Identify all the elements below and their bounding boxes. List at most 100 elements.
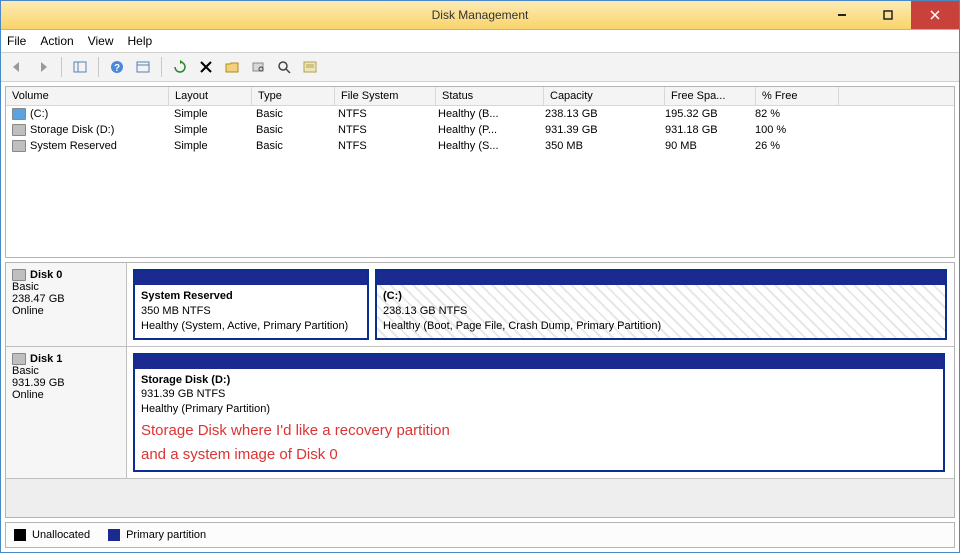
- drive-icon: [12, 124, 26, 136]
- legend-label-primary: Primary partition: [126, 529, 206, 541]
- disk-type: Basic: [12, 281, 120, 293]
- legend-swatch-primary: [108, 529, 120, 541]
- volume-type: Basic: [250, 106, 332, 122]
- col-capacity[interactable]: Capacity: [544, 87, 665, 105]
- disk-size: 238.47 GB: [12, 293, 120, 305]
- partition-name: (C:): [383, 289, 939, 304]
- disk-state: Online: [12, 305, 120, 317]
- disk-state: Online: [12, 389, 120, 401]
- user-annotation: Storage Disk where I'd like a recovery p…: [141, 421, 937, 441]
- volume-type: Basic: [250, 138, 332, 154]
- show-hide-tree-button[interactable]: [68, 55, 92, 79]
- partition-status: Healthy (Primary Partition): [141, 402, 937, 417]
- volume-free: 90 MB: [659, 138, 749, 154]
- settings-button[interactable]: [246, 55, 270, 79]
- partition-size: 931.39 GB NTFS: [141, 387, 937, 402]
- legend: Unallocated Primary partition: [5, 522, 955, 548]
- properties-button[interactable]: [131, 55, 155, 79]
- action-list-button[interactable]: [298, 55, 322, 79]
- col-freespace[interactable]: Free Spa...: [665, 87, 756, 105]
- partition-status: Healthy (System, Active, Primary Partiti…: [141, 319, 361, 334]
- col-status[interactable]: Status: [436, 87, 544, 105]
- table-row[interactable]: System Reserved SimpleBasicNTFSHealthy (S…: [6, 138, 954, 154]
- volume-pct: 82 %: [749, 106, 831, 122]
- partition-stripe: [135, 271, 367, 285]
- table-row[interactable]: (C:) SimpleBasicNTFSHealthy (B...238.13 G…: [6, 106, 954, 122]
- disk-row: Disk 1Basic931.39 GBOnlineStorage Disk (…: [6, 347, 954, 479]
- legend-swatch-unallocated: [14, 529, 26, 541]
- table-row[interactable]: Storage Disk (D:) SimpleBasicNTFSHealthy …: [6, 122, 954, 138]
- col-type[interactable]: Type: [252, 87, 335, 105]
- delete-button[interactable]: [194, 55, 218, 79]
- partition-stripe: [135, 355, 943, 369]
- legend-label-unallocated: Unallocated: [32, 529, 90, 541]
- col-volume[interactable]: Volume: [6, 87, 169, 105]
- disk-management-window: Disk Management File Action View Help ? …: [0, 0, 960, 553]
- help-button[interactable]: ?: [105, 55, 129, 79]
- volume-pct: 100 %: [749, 122, 831, 138]
- volume-fs: NTFS: [332, 138, 432, 154]
- partition-size: 350 MB NTFS: [141, 304, 361, 319]
- disk-name: Disk 0: [30, 269, 62, 281]
- volume-list[interactable]: Volume Layout Type File System Status Ca…: [5, 86, 955, 258]
- partition-size: 238.13 GB NTFS: [383, 304, 939, 319]
- refresh-button[interactable]: [168, 55, 192, 79]
- disk-icon: [12, 353, 26, 365]
- disk-type: Basic: [12, 365, 120, 377]
- partition[interactable]: Storage Disk (D:)931.39 GB NTFSHealthy (…: [133, 353, 945, 472]
- col-layout[interactable]: Layout: [169, 87, 252, 105]
- volume-type: Basic: [250, 122, 332, 138]
- volume-free: 931.18 GB: [659, 122, 749, 138]
- volume-name: System Reserved: [30, 140, 117, 152]
- volume-capacity: 931.39 GB: [539, 122, 659, 138]
- volume-layout: Simple: [168, 122, 250, 138]
- explore-button[interactable]: [220, 55, 244, 79]
- back-button[interactable]: [5, 55, 29, 79]
- partition-stripe: [377, 271, 945, 285]
- titlebar[interactable]: Disk Management: [1, 1, 959, 30]
- partition[interactable]: System Reserved350 MB NTFSHealthy (Syste…: [133, 269, 369, 340]
- window-title: Disk Management: [1, 8, 959, 22]
- menu-view[interactable]: View: [88, 34, 114, 48]
- partition-name: Storage Disk (D:): [141, 373, 937, 388]
- disk-info[interactable]: Disk 0Basic238.47 GBOnline: [6, 263, 127, 346]
- svg-text:?: ?: [114, 63, 120, 74]
- volume-status: Healthy (B...: [432, 106, 539, 122]
- disk-name: Disk 1: [30, 353, 62, 365]
- volume-name: (C:): [30, 108, 48, 120]
- menu-action[interactable]: Action: [40, 34, 73, 48]
- disk-icon: [12, 269, 26, 281]
- drive-icon: [12, 140, 26, 152]
- forward-button[interactable]: [31, 55, 55, 79]
- disk-partitions: System Reserved350 MB NTFSHealthy (Syste…: [127, 263, 954, 346]
- partition-status: Healthy (Boot, Page File, Crash Dump, Pr…: [383, 319, 939, 334]
- partition[interactable]: (C:)238.13 GB NTFSHealthy (Boot, Page Fi…: [375, 269, 947, 340]
- disk-graphical-view[interactable]: Disk 0Basic238.47 GBOnlineSystem Reserve…: [5, 262, 955, 518]
- volume-name: Storage Disk (D:): [30, 124, 114, 136]
- col-filesystem[interactable]: File System: [335, 87, 436, 105]
- rescan-button[interactable]: [272, 55, 296, 79]
- volume-capacity: 238.13 GB: [539, 106, 659, 122]
- volume-status: Healthy (S...: [432, 138, 539, 154]
- disk-info[interactable]: Disk 1Basic931.39 GBOnline: [6, 347, 127, 478]
- menu-help[interactable]: Help: [128, 34, 153, 48]
- volume-fs: NTFS: [332, 122, 432, 138]
- volume-fs: NTFS: [332, 106, 432, 122]
- volume-status: Healthy (P...: [432, 122, 539, 138]
- disk-row: Disk 0Basic238.47 GBOnlineSystem Reserve…: [6, 263, 954, 347]
- user-annotation: and a system image of Disk 0: [141, 445, 937, 465]
- volume-pct: 26 %: [749, 138, 831, 154]
- disk-size: 931.39 GB: [12, 377, 120, 389]
- volume-capacity: 350 MB: [539, 138, 659, 154]
- toolbar-separator: [161, 57, 162, 77]
- disk-partitions: Storage Disk (D:)931.39 GB NTFSHealthy (…: [127, 347, 954, 478]
- toolbar-separator: [98, 57, 99, 77]
- volume-list-body: (C:) SimpleBasicNTFSHealthy (B...238.13 G…: [6, 106, 954, 257]
- drive-icon: [12, 108, 26, 120]
- volume-layout: Simple: [168, 138, 250, 154]
- col-pctfree[interactable]: % Free: [756, 87, 839, 105]
- menu-file[interactable]: File: [7, 34, 26, 48]
- volume-list-header: Volume Layout Type File System Status Ca…: [6, 87, 954, 106]
- volume-layout: Simple: [168, 106, 250, 122]
- toolbar: ?: [1, 53, 959, 82]
